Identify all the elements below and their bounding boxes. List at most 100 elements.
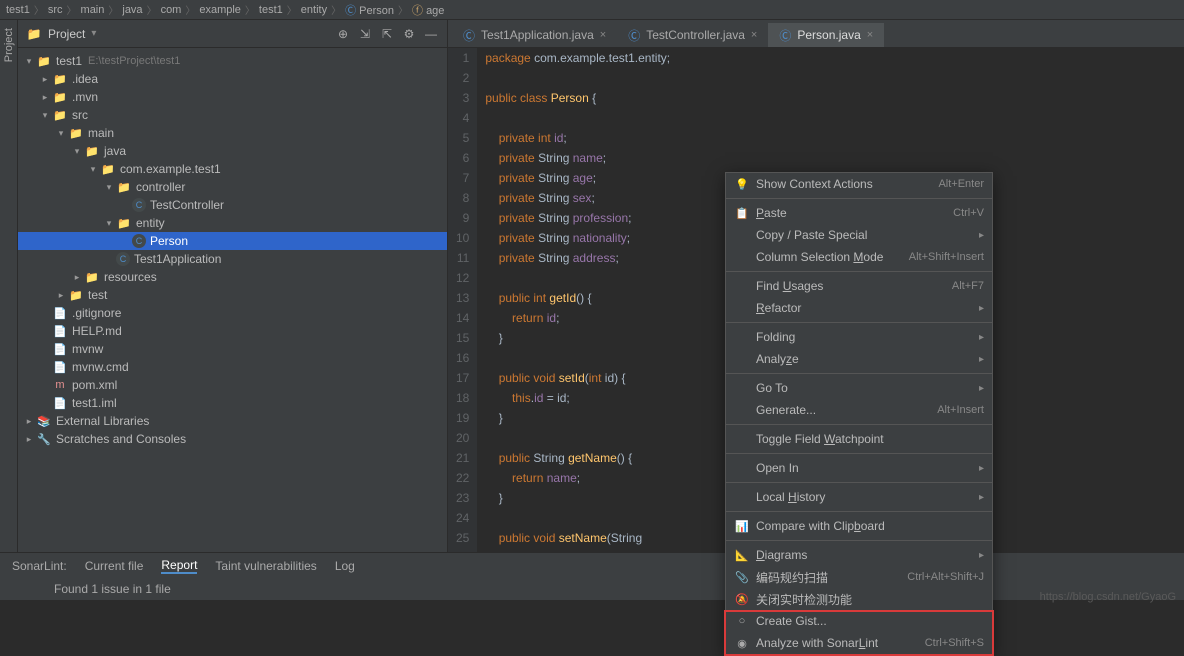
tree-node[interactable]: 📁entity [18, 214, 447, 232]
locate-icon[interactable]: ⊕ [335, 26, 351, 42]
context-menu-item[interactable]: Toggle Field Watchpoint [726, 428, 992, 450]
tree-label: src [72, 108, 88, 122]
tree-label: test1.iml [72, 396, 117, 410]
tree-label: entity [136, 216, 165, 230]
file-icon: 📄 [52, 359, 68, 375]
context-menu-item[interactable]: Folding▸ [726, 326, 992, 348]
breadcrumb-item[interactable]: java [122, 4, 142, 16]
tree-node[interactable]: 📁java [18, 142, 447, 160]
tree-node[interactable]: 📄.gitignore [18, 304, 447, 322]
context-menu-item[interactable]: Column Selection ModeAlt+Shift+Insert [726, 246, 992, 268]
file-icon: 📄 [52, 341, 68, 357]
context-menu-item[interactable]: Copy / Paste Special▸ [726, 224, 992, 246]
tree-node[interactable]: 📁controller [18, 178, 447, 196]
tree-node[interactable]: 📄mvnw [18, 340, 447, 358]
tree-label: com.example.test1 [120, 162, 221, 176]
class-icon: C [132, 234, 146, 248]
editor-tab[interactable]: ⒸTest1Application.java× [452, 23, 617, 47]
watermark: https://blog.csdn.net/GyaoG [1040, 591, 1176, 603]
context-menu-item[interactable]: Refactor▸ [726, 297, 992, 319]
context-menu-item[interactable]: Local History▸ [726, 486, 992, 508]
project-panel-title: Project [48, 27, 85, 41]
breadcrumb-item[interactable]: main [81, 4, 105, 16]
project-tab-vertical[interactable]: Project [3, 28, 15, 62]
tree-node[interactable]: 📁com.example.test1 [18, 160, 447, 178]
hide-icon[interactable]: — [423, 26, 439, 42]
tree-node[interactable]: mpom.xml [18, 376, 447, 394]
tree-label: test1 [56, 54, 82, 68]
close-icon[interactable]: × [600, 29, 606, 41]
tree-node[interactable]: 📁test1E:\testProject\test1 [18, 52, 447, 70]
tool-tab[interactable]: Report [161, 558, 197, 574]
file-icon: 📄 [52, 323, 68, 339]
context-menu-item[interactable]: 📊Compare with Clipboard [726, 515, 992, 537]
editor-tab[interactable]: ⒸTestController.java× [617, 23, 768, 47]
breadcrumb-item[interactable]: entity [301, 4, 327, 16]
context-menu-item[interactable]: ○Create Gist... [726, 610, 992, 632]
close-icon[interactable]: × [867, 29, 873, 41]
tree-label: TestController [150, 198, 224, 212]
tree-label: External Libraries [56, 414, 149, 428]
tree-label: test [88, 288, 107, 302]
gutter: 1234567891011121314151617181920212223242… [448, 48, 477, 552]
context-menu-item[interactable]: Generate...Alt+Insert [726, 399, 992, 421]
tool-window-tabs: SonarLint: Current file Report Taint vulner… [0, 552, 1184, 578]
collapse-icon[interactable]: ⇱ [379, 26, 395, 42]
expand-icon[interactable]: ⇲ [357, 26, 373, 42]
left-gutter: Project [0, 20, 18, 552]
folder-open-icon: 📁 [84, 143, 100, 159]
breadcrumb-item[interactable]: test1 [259, 4, 283, 16]
tree-node[interactable]: 📁.mvn [18, 88, 447, 106]
close-icon[interactable]: × [751, 29, 757, 41]
tool-tab[interactable]: Log [335, 559, 355, 573]
folder-open-icon: 📁 [52, 107, 68, 123]
context-menu-item[interactable]: 📋PasteCtrl+V [726, 202, 992, 224]
context-menu-item[interactable]: 📐Diagrams▸ [726, 544, 992, 566]
code-lines[interactable]: package com.example.test1.entity; public… [477, 48, 670, 552]
file-icon: 📄 [52, 395, 68, 411]
tree-label: .mvn [72, 90, 98, 104]
tree-node[interactable]: 📁.idea [18, 70, 447, 88]
tree-node[interactable]: CPerson [18, 232, 447, 250]
settings-icon[interactable]: ⚙ [401, 26, 417, 42]
context-menu-item[interactable]: Find UsagesAlt+F7 [726, 275, 992, 297]
breadcrumb-item[interactable]: Ⓒ Person [345, 2, 394, 18]
context-menu-item[interactable]: Analyze▸ [726, 348, 992, 370]
project-dropdown-icon[interactable]: ▾ [91, 28, 96, 39]
breadcrumb-item[interactable]: test1 [6, 4, 30, 16]
tree-node[interactable]: 📄HELP.md [18, 322, 447, 340]
tree-node[interactable]: 📚External Libraries [18, 412, 447, 430]
tree-label: Test1Application [134, 252, 221, 266]
context-menu-item[interactable]: 📎编码规约扫描Ctrl+Alt+Shift+J [726, 566, 992, 588]
context-menu-item[interactable]: Go To▸ [726, 377, 992, 399]
tree-node[interactable]: CTest1Application [18, 250, 447, 268]
breadcrumb-item[interactable]: example [199, 4, 241, 16]
tool-tab[interactable]: SonarLint: [12, 559, 67, 573]
tree-node[interactable]: 📁test [18, 286, 447, 304]
tree-node[interactable]: 🔧Scratches and Consoles [18, 430, 447, 448]
tool-tab[interactable]: Current file [85, 559, 144, 573]
context-menu[interactable]: 💡Show Context ActionsAlt+Enter 📋PasteCtrl… [725, 172, 993, 655]
context-menu-item[interactable]: ◉Analyze with SonarLintCtrl+Shift+S [726, 632, 992, 654]
tree-label: resources [104, 270, 157, 284]
context-menu-item[interactable]: Open In▸ [726, 457, 992, 479]
breadcrumb-item[interactable]: src [48, 4, 63, 16]
tree-label: main [88, 126, 114, 140]
menu-icon: ○ [734, 615, 750, 627]
tree-node[interactable]: 📄 test1.iml [18, 394, 447, 412]
editor-tab[interactable]: ⒸPerson.java× [768, 23, 884, 47]
context-menu-item[interactable]: 💡Show Context ActionsAlt+Enter [726, 173, 992, 195]
project-tree[interactable]: 📁test1E:\testProject\test1📁.idea📁.mvn📁sr… [18, 48, 447, 552]
tree-node[interactable]: 📁resources [18, 268, 447, 286]
editor-tabs: ⒸTest1Application.java×ⒸTestController.j… [448, 20, 1184, 48]
tool-tab[interactable]: Taint vulnerabilities [215, 559, 316, 573]
breadcrumb-item[interactable]: com [161, 4, 182, 16]
tree-node[interactable]: CTestController [18, 196, 447, 214]
tree-node[interactable]: 📁main [18, 124, 447, 142]
tree-node[interactable]: 📁 src [18, 106, 447, 124]
tree-node[interactable]: 📄mvnw.cmd [18, 358, 447, 376]
class-icon: Ⓒ [779, 27, 791, 44]
project-folder-icon: 📁 [26, 26, 42, 42]
menu-icon: ◉ [734, 637, 750, 650]
breadcrumb-item[interactable]: ⓕ age [412, 2, 444, 18]
